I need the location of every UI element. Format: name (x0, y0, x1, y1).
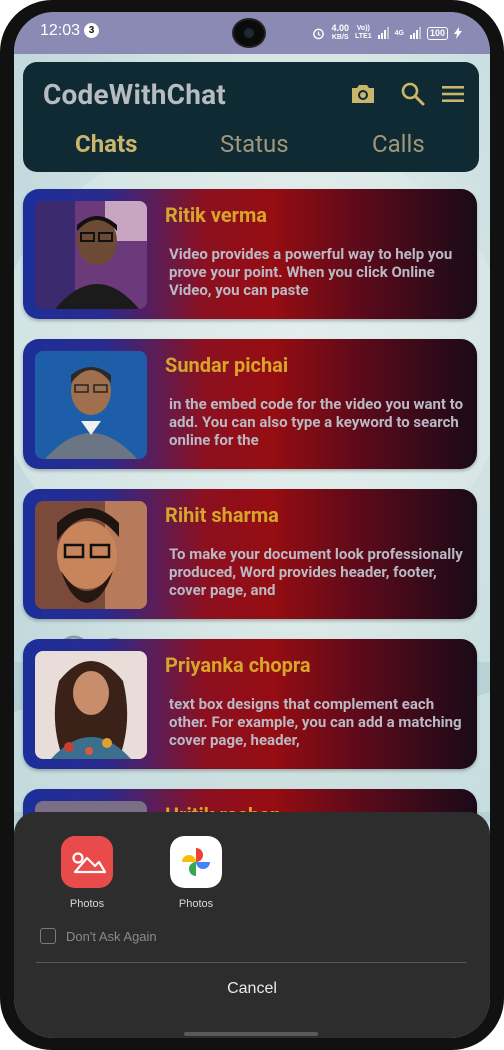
home-indicator[interactable] (184, 1032, 318, 1036)
avatar[interactable] (35, 201, 147, 309)
chat-name: Rihit sharma (165, 503, 279, 527)
tab-calls[interactable]: Calls (372, 130, 425, 158)
app-chooser-sheet: Photos Photos Don't Ask Again Cancel (14, 812, 490, 1038)
chat-name: Priyanka chopra (165, 653, 311, 677)
divider (36, 962, 466, 963)
volte-indicator: Vo)) LTE1 (355, 25, 372, 40)
tab-chats[interactable]: Chats (75, 130, 137, 158)
chat-message: To make your document look professionall… (169, 545, 463, 599)
status-time: 12:03 (40, 22, 81, 39)
front-camera (234, 20, 264, 46)
chat-item[interactable]: Ritik verma Video provides a powerful wa… (23, 189, 477, 319)
chat-name: Sundar pichai (165, 353, 289, 377)
google-photos-icon (170, 836, 222, 888)
phone-frame: 12:03 3 4.00 KB/S Vo)) LTE1 4G 100 CodeW… (0, 0, 504, 1050)
menu-icon[interactable] (439, 80, 467, 108)
app-option-google-photos[interactable]: Photos (151, 836, 241, 910)
app-title: CodeWithChat (43, 78, 226, 111)
chat-name: Ritik verma (165, 203, 267, 227)
app-option-label: Photos (178, 898, 214, 910)
notification-count-badge: 3 (84, 23, 99, 38)
chat-item[interactable]: Sundar pichai in the embed code for the … (23, 339, 477, 469)
gallery-photos-icon (61, 836, 113, 888)
charging-icon (454, 27, 462, 39)
dont-ask-row[interactable]: Don't Ask Again (40, 928, 157, 944)
tab-bar: Chats Status Calls (23, 130, 479, 166)
net-speed: 4.00 KB/S (331, 23, 350, 42)
app-option-label: Photos (69, 898, 105, 910)
network-type: 4G (394, 29, 404, 37)
search-icon[interactable] (399, 80, 427, 108)
battery-icon: 100 (426, 26, 448, 40)
dont-ask-checkbox[interactable] (40, 928, 56, 944)
avatar[interactable] (35, 651, 147, 759)
alarm-icon (313, 28, 325, 39)
screen: 12:03 3 4.00 KB/S Vo)) LTE1 4G 100 CodeW… (14, 12, 490, 1038)
avatar[interactable] (35, 501, 147, 609)
signal-icon (377, 27, 389, 39)
status-icons: 4.00 KB/S Vo)) LTE1 4G 100 (312, 24, 462, 42)
chat-message: text box designs that complement each ot… (169, 695, 462, 749)
chat-message: in the embed code for the video you want… (169, 395, 464, 449)
tab-status[interactable]: Status (220, 130, 289, 158)
cancel-button[interactable]: Cancel (14, 980, 490, 998)
dont-ask-label: Don't Ask Again (66, 928, 157, 944)
camera-icon[interactable] (349, 80, 377, 108)
status-bar: 12:03 3 4.00 KB/S Vo)) LTE1 4G 100 (14, 12, 490, 54)
avatar[interactable] (35, 351, 147, 459)
signal-icon-2 (409, 27, 421, 39)
chat-item[interactable]: Priyanka chopra text box designs that co… (23, 639, 477, 769)
chat-item[interactable]: Rihit sharma To make your document look … (23, 489, 477, 619)
app-option-gallery[interactable]: Photos (42, 836, 132, 910)
chat-message: Video provides a powerful way to help yo… (169, 245, 453, 299)
app-bar: CodeWithChat Chats Status Calls (23, 62, 479, 172)
